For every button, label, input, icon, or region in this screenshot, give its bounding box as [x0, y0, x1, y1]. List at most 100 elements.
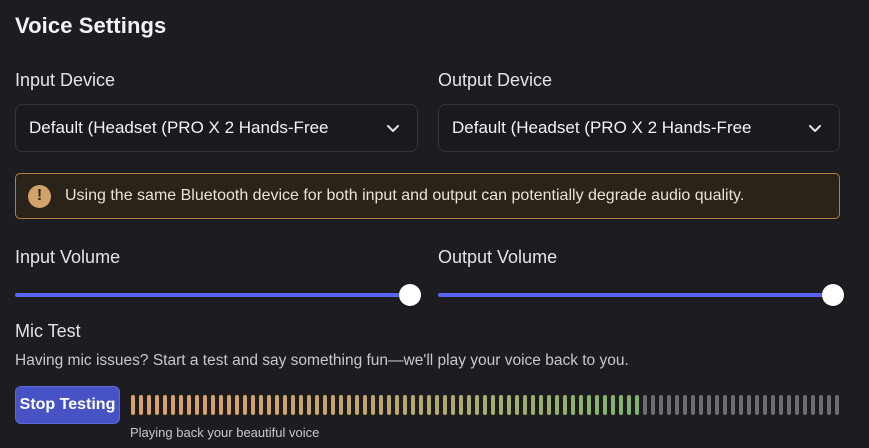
- meter-bar: [267, 395, 271, 415]
- meter-bar: [531, 395, 535, 415]
- meter-bar: [595, 395, 599, 415]
- meter-bar: [507, 395, 511, 415]
- meter-bar: [451, 395, 455, 415]
- meter-bar: [195, 395, 199, 415]
- meter-bar: [307, 395, 311, 415]
- meter-bar: [515, 395, 519, 415]
- meter-bar: [275, 395, 279, 415]
- meter-bar: [683, 395, 687, 415]
- output-device-select[interactable]: Default (Headset (PRO X 2 Hands-Free: [438, 104, 840, 152]
- page-title: Voice Settings: [15, 13, 167, 38]
- mic-test-title: Mic Test: [15, 321, 81, 341]
- meter-bar: [395, 395, 399, 415]
- meter-bar: [563, 395, 567, 415]
- meter-bar: [787, 395, 791, 415]
- input-device-label: Input Device: [15, 70, 116, 90]
- meter-bar: [363, 395, 367, 415]
- meter-bar: [739, 395, 743, 415]
- meter-bar: [235, 395, 239, 415]
- meter-bar: [691, 395, 695, 415]
- input-volume-thumb[interactable]: [399, 284, 421, 306]
- meter-bar: [339, 395, 343, 415]
- meter-bar: [283, 395, 287, 415]
- meter-bar: [675, 395, 679, 415]
- input-volume-label: Input Volume: [15, 247, 121, 267]
- meter-bar: [571, 395, 575, 415]
- meter-bar: [555, 395, 559, 415]
- stop-testing-button[interactable]: Stop Testing: [15, 386, 120, 424]
- output-volume-slider[interactable]: [438, 284, 844, 306]
- meter-bar: [667, 395, 671, 415]
- meter-bar: [795, 395, 799, 415]
- meter-bar: [179, 395, 183, 415]
- meter-bar: [387, 395, 391, 415]
- meter-bar: [251, 395, 255, 415]
- meter-bar: [747, 395, 751, 415]
- meter-bar: [163, 395, 167, 415]
- output-device-label: Output Device: [438, 70, 553, 90]
- meter-bar: [411, 395, 415, 415]
- input-volume-track: [15, 293, 410, 297]
- input-device-select[interactable]: Default (Headset (PRO X 2 Hands-Free: [15, 104, 418, 152]
- meter-bar: [435, 395, 439, 415]
- exclamation-circle-icon: !: [28, 184, 51, 208]
- meter-bar: [659, 395, 663, 415]
- meter-bar: [715, 395, 719, 415]
- meter-bar: [379, 395, 383, 415]
- meter-bar: [763, 395, 767, 415]
- mic-test-description: Having mic issues? Start a test and say …: [15, 352, 629, 369]
- meter-bar: [803, 395, 807, 415]
- meter-bar: [419, 395, 423, 415]
- meter-bar: [819, 395, 823, 415]
- meter-bar: [155, 395, 159, 415]
- meter-bar: [299, 395, 303, 415]
- meter-caption: Playing back your beautiful voice: [130, 425, 320, 440]
- meter-bar: [427, 395, 431, 415]
- meter-bar: [779, 395, 783, 415]
- meter-bar: [827, 395, 831, 415]
- input-device-value: Default (Headset (PRO X 2 Hands-Free: [29, 118, 329, 137]
- chevron-down-icon: [807, 120, 823, 136]
- meter-bar: [371, 395, 375, 415]
- meter-bar: [459, 395, 463, 415]
- meter-bar: [187, 395, 191, 415]
- meter-bar: [483, 395, 487, 415]
- meter-bar: [355, 395, 359, 415]
- meter-bar: [539, 395, 543, 415]
- meter-bar: [219, 395, 223, 415]
- meter-bar: [547, 395, 551, 415]
- output-device-value: Default (Headset (PRO X 2 Hands-Free: [452, 118, 752, 137]
- meter-bar: [643, 395, 647, 415]
- meter-bar: [491, 395, 495, 415]
- meter-bar: [147, 395, 151, 415]
- meter-bar: [243, 395, 247, 415]
- output-volume-track: [438, 293, 833, 297]
- meter-bar: [443, 395, 447, 415]
- meter-bar: [323, 395, 327, 415]
- meter-bar: [771, 395, 775, 415]
- meter-bar: [259, 395, 263, 415]
- meter-bar: [203, 395, 207, 415]
- meter-bar: [499, 395, 503, 415]
- input-volume-slider[interactable]: [15, 284, 421, 306]
- meter-bar: [291, 395, 295, 415]
- warning-text: Using the same Bluetooth device for both…: [65, 187, 745, 204]
- output-volume-label: Output Volume: [438, 247, 558, 267]
- meter-bar: [171, 395, 175, 415]
- meter-bar: [723, 395, 727, 415]
- meter-bar: [707, 395, 711, 415]
- output-volume-thumb[interactable]: [822, 284, 844, 306]
- meter-bar: [755, 395, 759, 415]
- meter-bar: [331, 395, 335, 415]
- meter-bar: [651, 395, 655, 415]
- meter-bar: [699, 395, 703, 415]
- meter-bar: [347, 395, 351, 415]
- meter-bar: [139, 395, 143, 415]
- meter-bar: [211, 395, 215, 415]
- mic-level-meter: [131, 395, 843, 415]
- meter-bar: [619, 395, 623, 415]
- meter-bar: [403, 395, 407, 415]
- meter-bar: [627, 395, 631, 415]
- meter-bar: [611, 395, 615, 415]
- meter-bar: [811, 395, 815, 415]
